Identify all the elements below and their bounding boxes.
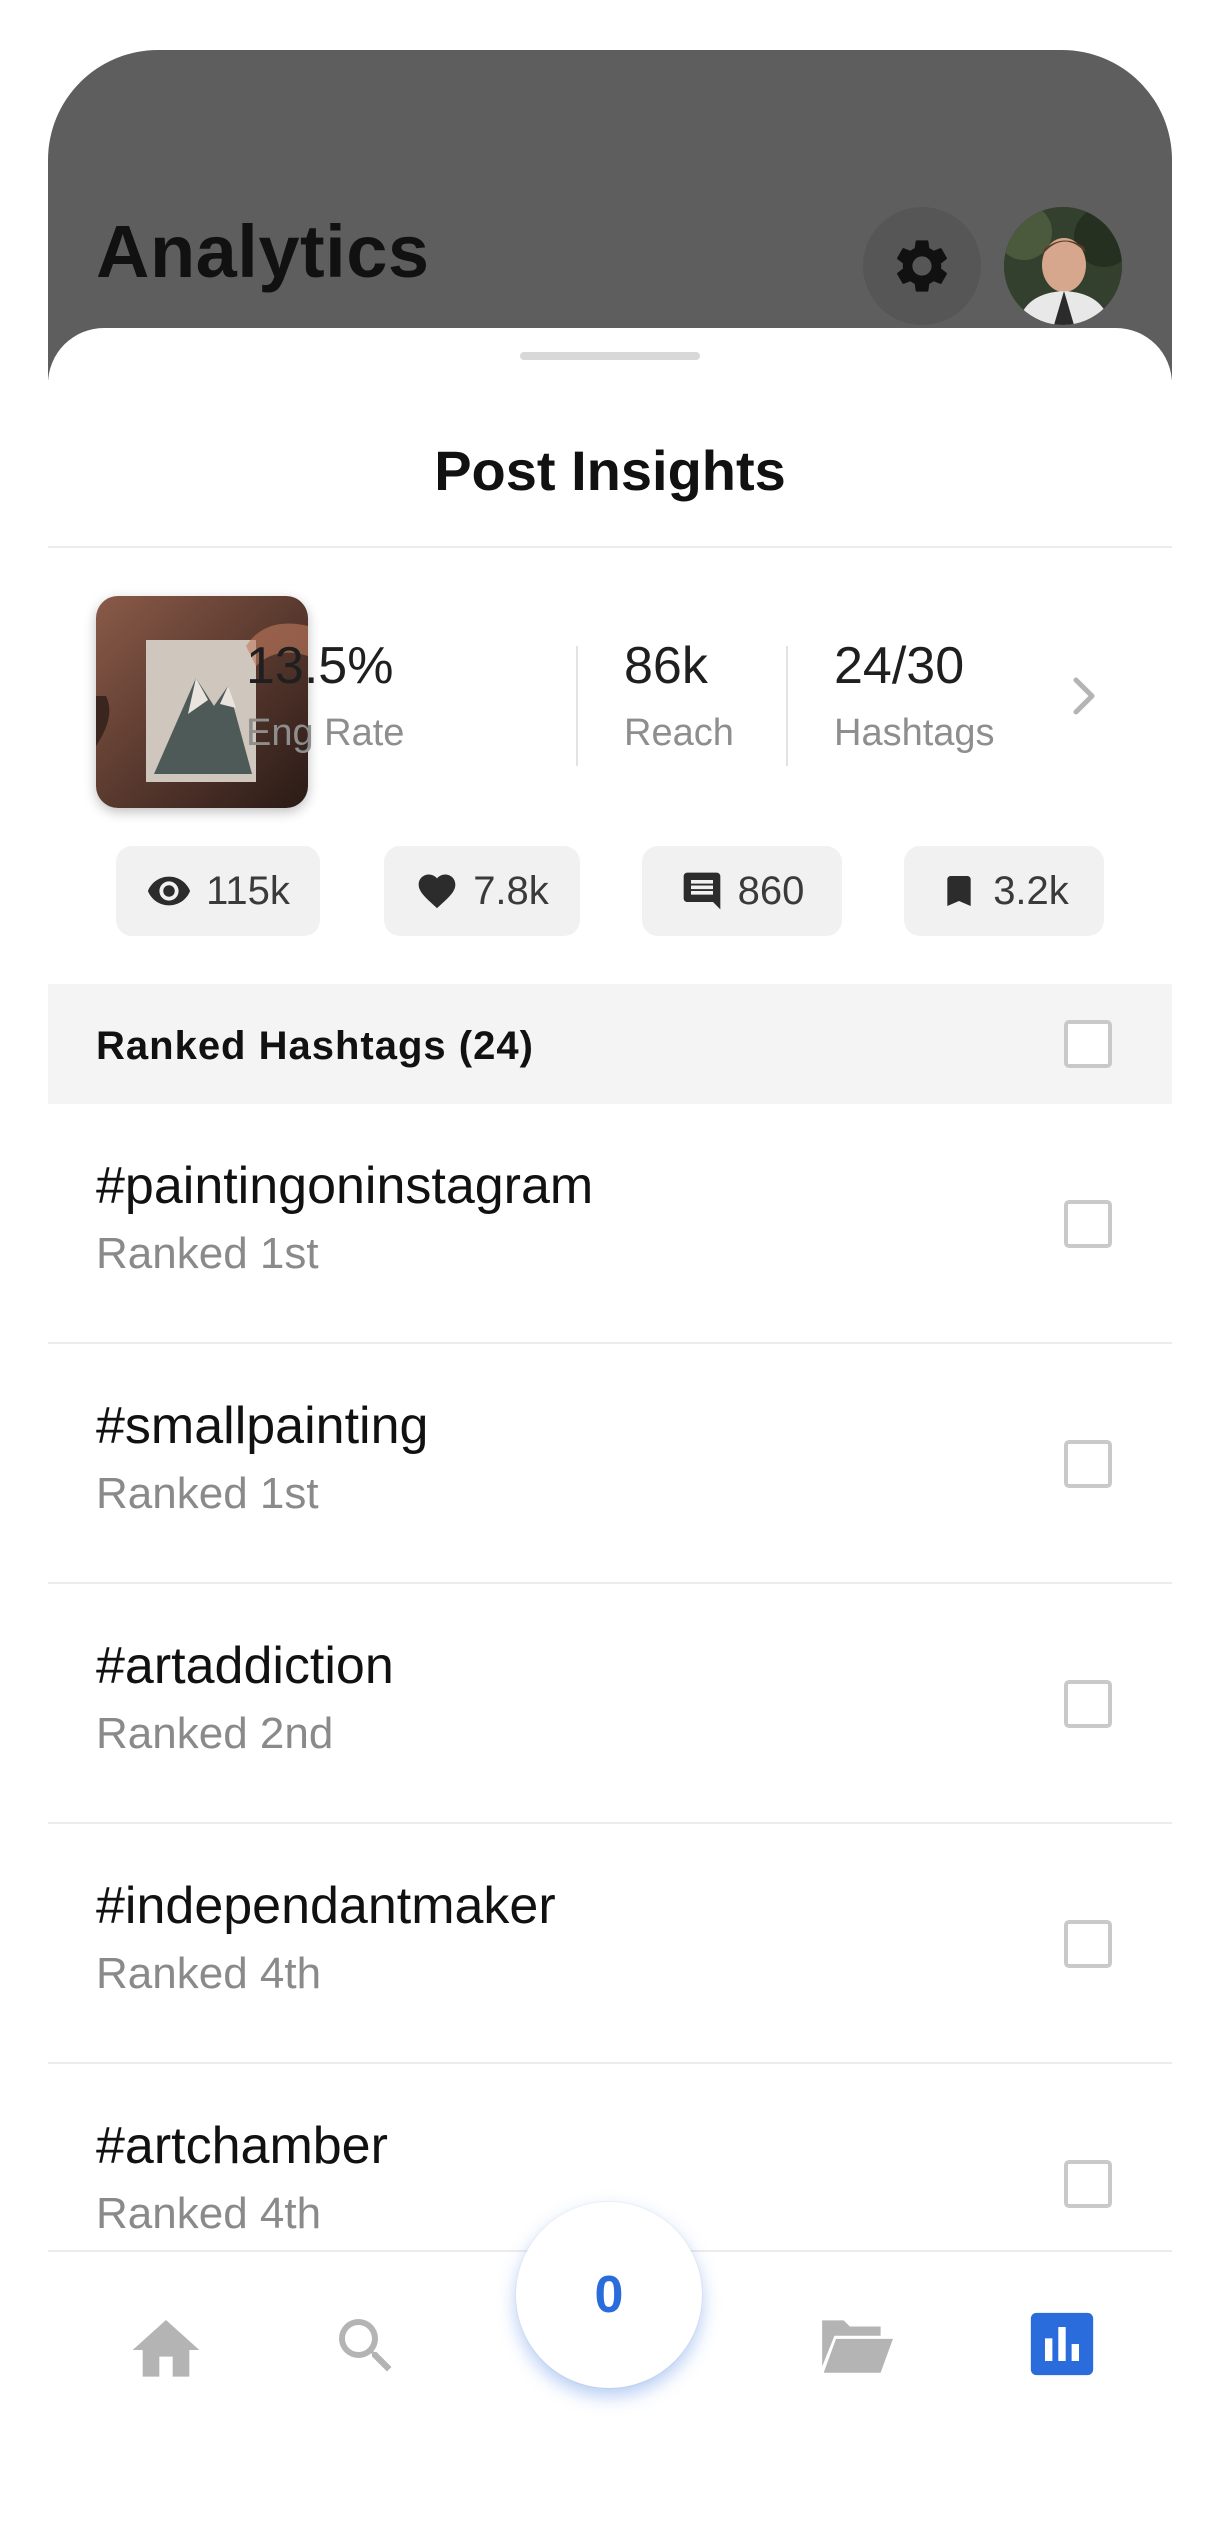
ranked-hashtags-header: Ranked Hashtags (24): [48, 984, 1172, 1104]
selected-count-button[interactable]: 0: [516, 2202, 702, 2388]
likes-count: 7.8k: [473, 868, 549, 913]
hashtag-rank: Ranked 1st: [96, 1229, 319, 1278]
stat-eng-rate: 13.5% Eng Rate: [246, 640, 404, 752]
stat-label: Eng Rate: [246, 712, 405, 754]
stat-label: Hashtags: [834, 712, 995, 754]
stat-value: 24/30: [834, 637, 965, 695]
divider: [48, 546, 1172, 548]
search-icon: [339, 2319, 392, 2372]
comment-icon: [683, 872, 720, 910]
hashtag-name: #artchamber: [96, 2117, 388, 2175]
bookmark-icon: [947, 876, 971, 906]
views-pill: 115k: [116, 846, 320, 936]
hashtag-row[interactable]: #artaddiction Ranked 2nd: [48, 1584, 1172, 1824]
eye-icon: [148, 876, 191, 906]
hashtag-name: #independantmaker: [96, 1877, 556, 1935]
comments-count: 860: [737, 868, 805, 913]
stat-divider: [786, 646, 788, 766]
stat-value: 86k: [624, 637, 708, 695]
saves-pill: 3.2k: [904, 846, 1104, 936]
hashtag-checkbox[interactable]: [1064, 1680, 1112, 1728]
hashtag-name: #smallpainting: [96, 1397, 429, 1455]
hashtag-rank: Ranked 2nd: [96, 1709, 334, 1758]
hashtag-name: #artaddiction: [96, 1637, 394, 1695]
ranked-hashtags-title: Ranked Hashtags (24): [96, 1024, 534, 1068]
stat-label: Reach: [624, 712, 734, 754]
saves-count: 3.2k: [993, 868, 1069, 913]
hashtag-row[interactable]: #paintingoninstagram Ranked 1st: [48, 1104, 1172, 1344]
hashtag-checkbox[interactable]: [1064, 2160, 1112, 2208]
stat-divider: [576, 646, 578, 766]
hashtag-row[interactable]: #smallpainting Ranked 1st: [48, 1344, 1172, 1584]
gear-icon: [897, 240, 947, 292]
hashtag-rank: Ranked 1st: [96, 1469, 319, 1518]
hashtag-rank: Ranked 4th: [96, 1949, 322, 1998]
stat-hashtags: 24/30 Hashtags: [834, 640, 995, 752]
app-screen: Analytics Post Insights 13.5% Eng Rate 8…: [48, 50, 1172, 2535]
chevron-right-icon[interactable]: [1070, 674, 1100, 723]
views-count: 115k: [206, 868, 290, 913]
hashtag-checkbox[interactable]: [1064, 1200, 1112, 1248]
analytics-icon: [1030, 2312, 1094, 2376]
avatar-image: [1004, 207, 1122, 325]
page-title: Analytics: [96, 210, 430, 293]
settings-button[interactable]: [863, 207, 981, 325]
hashtag-checkbox[interactable]: [1064, 1920, 1112, 1968]
stat-value: 13.5%: [246, 637, 394, 695]
select-all-checkbox[interactable]: [1064, 1020, 1112, 1068]
hashtag-rank: Ranked 4th: [96, 2189, 322, 2238]
comments-pill: 860: [642, 846, 842, 936]
folder-open-icon: [822, 2320, 893, 2373]
sheet-title: Post Insights: [434, 439, 786, 502]
hashtag-name: #paintingoninstagram: [96, 1157, 594, 1215]
tab-search[interactable]: [330, 2310, 402, 2387]
tab-analytics[interactable]: [1028, 2310, 1096, 2383]
home-icon: [132, 2320, 200, 2377]
stat-reach: 86k Reach: [624, 640, 734, 752]
heart-icon: [418, 874, 456, 909]
profile-avatar[interactable]: [1004, 207, 1122, 325]
hashtag-row[interactable]: #independantmaker Ranked 4th: [48, 1824, 1172, 2064]
likes-pill: 7.8k: [384, 846, 580, 936]
hashtag-checkbox[interactable]: [1064, 1440, 1112, 1488]
tab-folders[interactable]: [816, 2312, 896, 2383]
selected-count: 0: [594, 2266, 624, 2324]
tab-home[interactable]: [126, 2310, 206, 2385]
sheet-grabber[interactable]: [520, 352, 700, 360]
